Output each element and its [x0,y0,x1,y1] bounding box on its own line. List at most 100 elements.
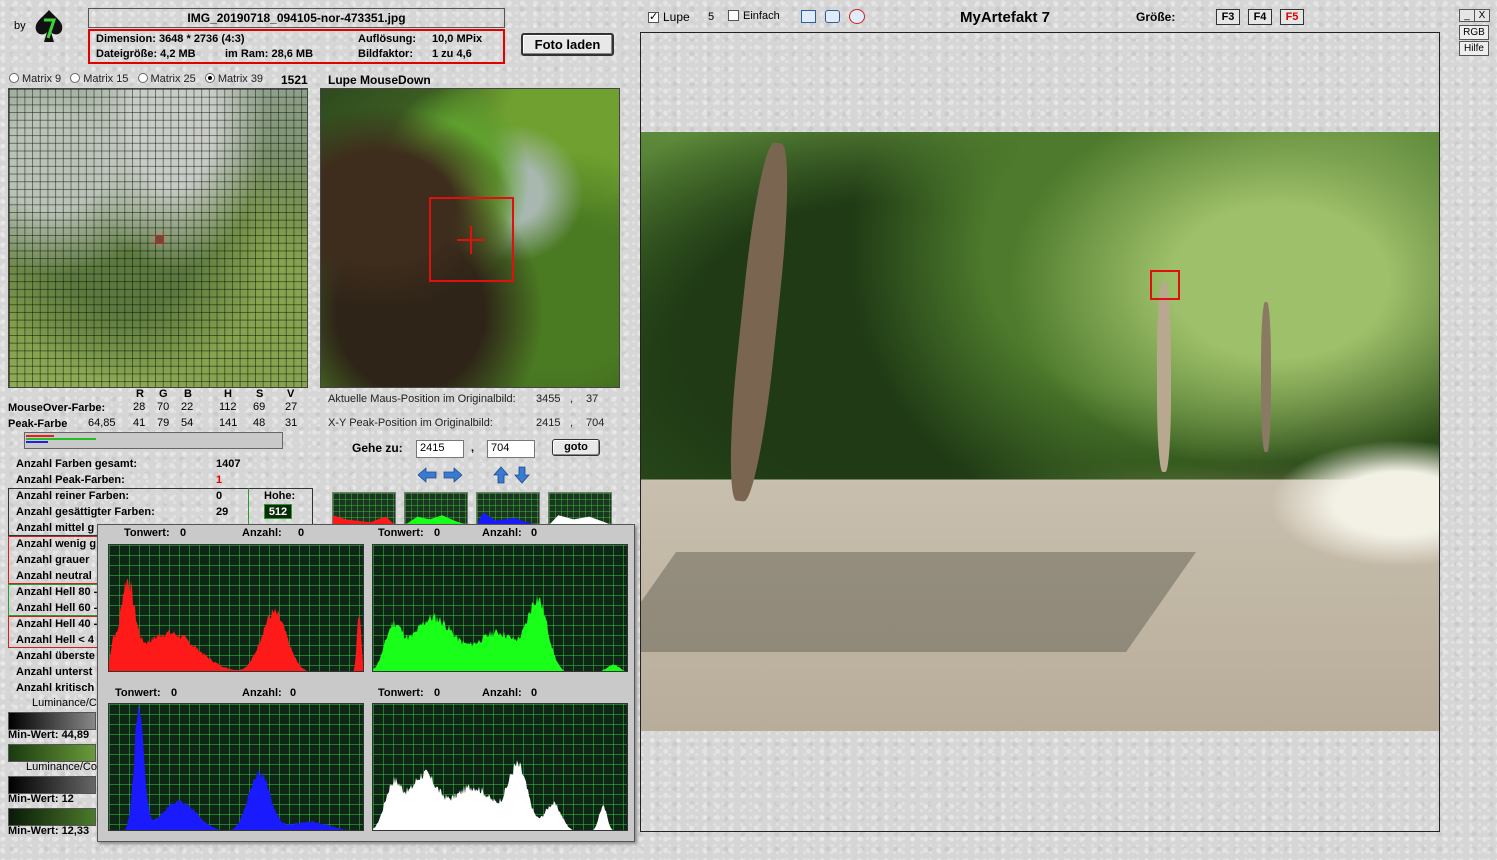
f5-button[interactable]: F5 [1280,9,1304,25]
red-bar [26,435,54,437]
histogram-luminance-graph [373,760,613,830]
by-label: by [14,20,26,32]
peak-position-label: X-Y Peak-Position im Originalbild: [328,417,493,429]
luminance-min-2: Min-Wert: 12 [8,793,74,805]
red-anzahl-label: Anzahl: [242,527,282,539]
histogram-green-graph [373,595,625,671]
green-anzahl-value: 0 [531,527,538,539]
rgb-button[interactable]: RGB [1459,25,1489,40]
mouse-position-y: 37 [586,393,599,405]
ueberstrahlt-label: Anzahl überste [16,650,95,662]
f3-button[interactable]: F3 [1216,9,1240,25]
hilfe-button[interactable]: Hilfe [1459,41,1489,56]
peak-g: 79 [157,417,170,429]
goto-sep: , [471,442,475,454]
goto-button[interactable]: goto [552,439,600,456]
hell80-label: Anzahl Hell 80 - [16,586,98,598]
green-bar [26,438,96,440]
histogram-blue[interactable] [108,703,364,831]
peak-label: Peak-Farbe [8,418,68,430]
histogram-luminance[interactable] [372,703,628,831]
lupe-checkbox[interactable]: Lupe [648,10,690,24]
f4-button[interactable]: F4 [1248,9,1272,25]
rectangle-shape-button[interactable] [801,10,816,23]
matrix-25-radio[interactable]: Matrix 25 [137,73,196,85]
mouse-position-label: Aktuelle Maus-Position im Originalbild: [328,393,516,405]
close-button[interactable]: X [1474,9,1490,22]
peak-position-x: 2415 [536,417,561,429]
matrix-15-radio[interactable]: Matrix 15 [70,73,128,85]
arrow-left-icon[interactable] [417,467,437,483]
hohe-value[interactable]: 512 [264,504,292,519]
header-b: B [184,388,192,400]
spade-seven-logo-icon [35,10,63,42]
rounded-rectangle-shape-button[interactable] [825,10,840,23]
foto-laden-button[interactable]: Foto laden [521,33,614,56]
mini-histogram-red[interactable] [332,492,396,526]
header-g: G [159,388,168,400]
aufloesung-value: 10,0 MPix [432,33,483,45]
lupe-magnifier-view[interactable] [320,88,620,388]
histogram-red-graph [109,578,363,671]
arrow-right-icon[interactable] [443,467,463,483]
color-matrix-grid[interactable] [8,88,308,388]
luminance-strip-2 [8,744,96,762]
matrix-39-radio[interactable]: Matrix 39 [204,73,263,85]
mini-histogram-blue[interactable] [476,492,540,526]
arrow-down-icon[interactable] [514,466,530,484]
matrix-9-radio[interactable]: Matrix 9 [9,73,61,85]
app-title: MyArtefakt 7 [960,9,1051,26]
hell-under40-label: Anzahl Hell < 4 [16,634,94,646]
goto-x-input[interactable]: 2415 [416,440,464,458]
histogram-green[interactable] [372,544,628,672]
ellipse-shape-button[interactable] [849,9,865,24]
mouse-position-sep: , [570,393,574,405]
luminance-strip-1 [8,712,96,730]
arrow-up-icon[interactable] [493,466,509,484]
ground-shadow [641,552,1197,652]
hell40-label: Anzahl Hell 40 - [16,618,98,630]
blue-anzahl-value: 0 [290,687,297,699]
peak-farben-value: 1 [216,474,223,486]
photo-position-marker [1150,270,1180,300]
header-h: H [224,388,232,400]
peak-extra: 64,85 [88,417,116,429]
color-bar-box [24,432,283,449]
histogram-red[interactable] [108,544,364,672]
farben-gesamt-value: 1407 [216,458,241,470]
goto-y-input[interactable]: 704 [487,440,535,458]
luminance-min-3: Min-Wert: 12,33 [8,825,90,837]
header-v: V [287,388,295,400]
mini-histogram-luminance[interactable] [548,492,612,526]
minimize-button[interactable]: _ [1459,9,1475,22]
ram-text: im Ram: 28,6 MB [225,48,314,60]
mouseover-v: 27 [285,401,298,413]
gesaettigte-farben-label: Anzahl gesättigter Farben: [16,506,155,518]
green-tonwert-value: 0 [434,527,441,539]
einfach-checkbox[interactable]: Einfach [728,10,780,22]
wenig-label: Anzahl wenig g [16,538,97,550]
lupe-size[interactable]: 5 [708,11,714,23]
blue-anzahl-label: Anzahl: [242,687,282,699]
file-name: IMG_20190718_094105-nor-473351.jpg [88,8,505,28]
luminance-strip-4 [8,808,96,826]
reine-farben-label: Anzahl reiner Farben: [16,490,130,502]
red-tonwert-label: Tonwert: [124,527,170,539]
grauer-label: Anzahl grauer [16,554,90,566]
mini-histogram-green[interactable] [404,492,468,526]
histogram-panel: Tonwert: 0 Anzahl: 0 Tonwert: 0 Anzahl: … [97,524,635,842]
mini-green-fill [405,515,467,525]
neutral-label: Anzahl neutral [16,570,92,582]
peak-farben-label: Anzahl Peak-Farben: [16,474,125,486]
reine-farben-value: 0 [216,490,223,502]
radio-icon [137,73,148,83]
lupe-title: Lupe MouseDown [328,73,431,87]
tree-trunk [722,141,796,503]
red-tonwert-value: 0 [180,527,187,539]
blue-tonwert-value: 0 [171,687,178,699]
main-photo[interactable] [641,132,1439,731]
lum-tonwert-value: 0 [434,687,441,699]
kritisch-label: Anzahl kritisch [16,682,95,694]
lum-anzahl-value: 0 [531,687,538,699]
unterstrahlt-label: Anzahl unterst [16,666,93,678]
